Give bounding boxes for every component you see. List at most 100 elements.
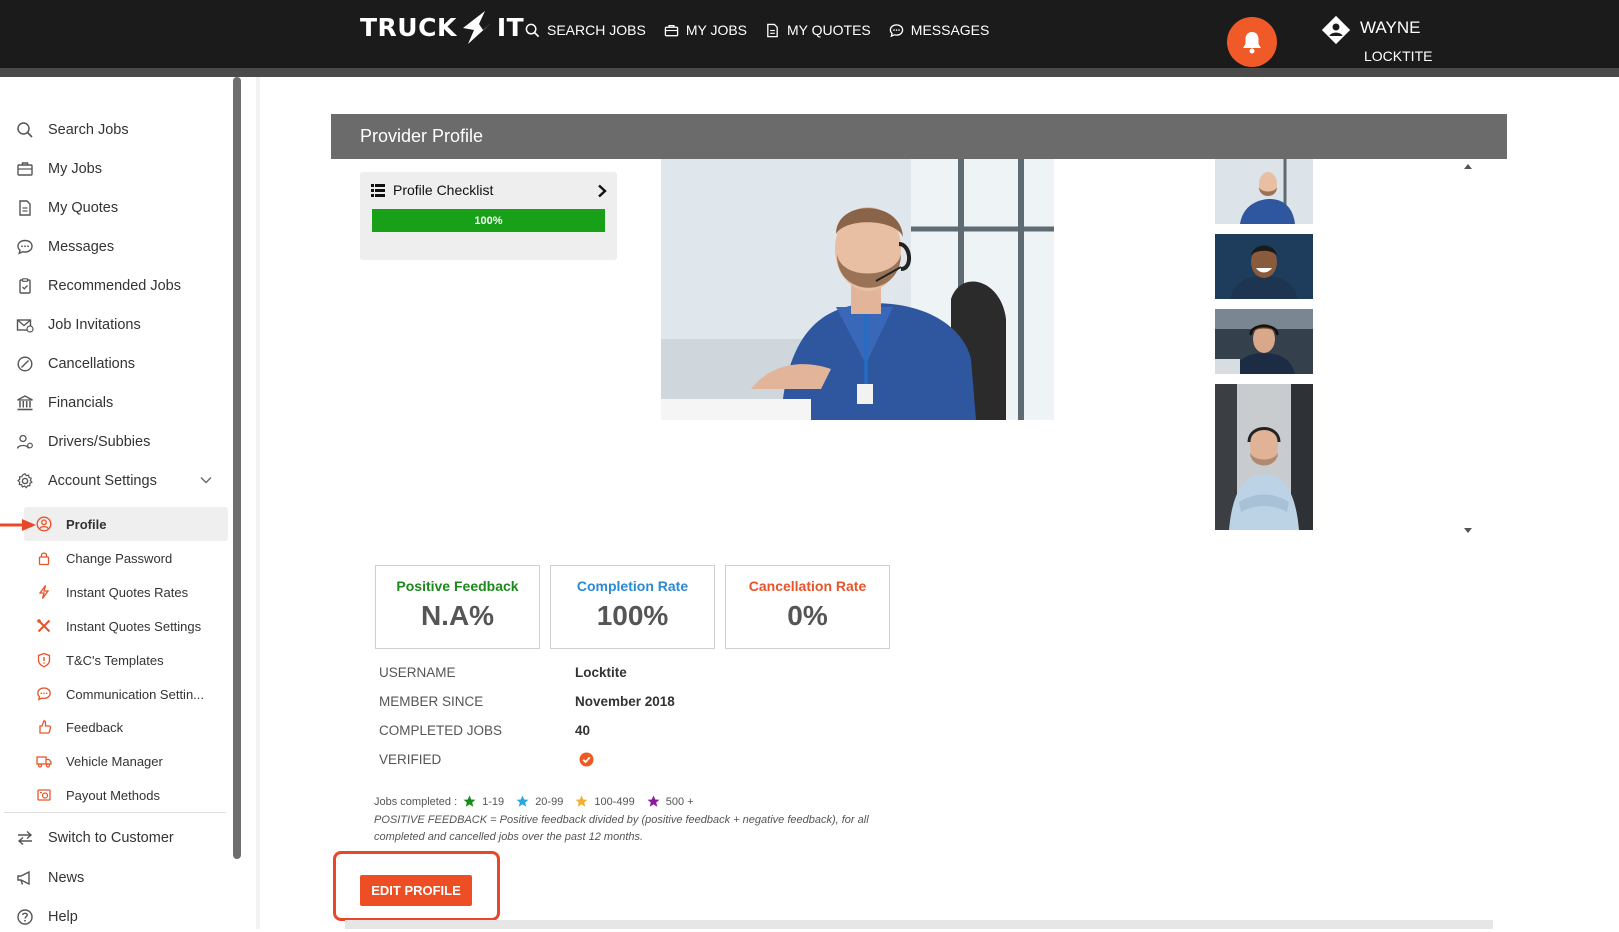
search-icon <box>525 23 540 37</box>
help-icon <box>17 909 33 925</box>
sidebar-item-label: My Jobs <box>48 161 102 177</box>
sidebar-sub-item-label: Change Password <box>66 550 173 566</box>
top-bar-strip <box>0 68 1619 77</box>
sidebar-sub-item-payout-methods[interactable]: Payout Methods <box>36 781 226 809</box>
topnav-search-jobs-label: SEARCH JOBS <box>547 22 646 38</box>
sidebar-sub-item-tc-templates[interactable]: T&C's Templates <box>36 646 226 674</box>
sidebar-item-my-quotes[interactable]: My Quotes <box>16 193 226 223</box>
sidebar-item-search-jobs[interactable]: Search Jobs <box>16 115 226 145</box>
list-icon <box>371 183 385 197</box>
sidebar-item-news[interactable]: News <box>16 863 226 893</box>
sidebar-item-recommended-jobs[interactable]: Recommended Jobs <box>16 271 226 301</box>
lock-icon <box>38 552 50 566</box>
info-value: 40 <box>575 723 591 738</box>
sidebar-item-label: Recommended Jobs <box>48 278 181 294</box>
notifications-button[interactable] <box>1227 17 1277 67</box>
sidebar-item-label: My Quotes <box>48 200 119 216</box>
sidebar-item-my-jobs[interactable]: My Jobs <box>16 154 226 184</box>
sidebar-item-help[interactable]: Help <box>16 902 226 932</box>
sidebar-sub-item-label: Payout Methods <box>66 787 160 803</box>
sidebar-item-label: Help <box>48 909 78 925</box>
document-icon <box>19 200 31 216</box>
gallery-scroll-up-icon[interactable] <box>1463 162 1473 170</box>
user-name: WAYNE <box>1360 18 1421 37</box>
positive-feedback-note: POSITIVE FEEDBACK = Positive feedback di… <box>374 814 869 843</box>
sidebar-sub-item-label: Feedback <box>66 719 124 735</box>
thumbnail-image <box>1215 309 1313 374</box>
thumbnail-image <box>1215 384 1313 530</box>
topnav-search-jobs[interactable]: SEARCH JOBS <box>525 22 646 38</box>
chevron-down-icon[interactable] <box>200 476 212 484</box>
sidebar-item-label: Search Jobs <box>48 122 129 138</box>
briefcase-icon <box>664 24 679 36</box>
sidebar-sub-item-label: Instant Quotes Settings <box>66 618 202 634</box>
tools-icon <box>37 619 51 633</box>
topnav-my-jobs[interactable]: MY JOBS <box>664 22 747 38</box>
chat-icon <box>37 687 51 701</box>
sidebar-separator <box>256 77 260 929</box>
sidebar-item-label: Job Invitations <box>48 317 141 333</box>
sidebar-item-financials[interactable]: Financials <box>16 388 226 418</box>
cancel-icon <box>17 356 33 372</box>
profile-main-photo[interactable] <box>661 159 1054 420</box>
info-key: VERIFIED <box>379 752 442 767</box>
truckit-logo[interactable]: TRUCK IT <box>360 6 524 48</box>
bell-icon <box>1243 32 1261 54</box>
sidebar-item-switch-to-customer[interactable]: Switch to Customer <box>16 823 226 853</box>
profile-photo-illustration <box>661 159 1054 420</box>
stat-completion-rate: Completion Rate 100% <box>550 565 715 649</box>
profile-thumbnail[interactable] <box>1215 234 1313 299</box>
gallery-scroll-down-icon[interactable] <box>1463 527 1473 535</box>
chevron-right-icon[interactable] <box>597 184 607 198</box>
profile-checklist-header[interactable]: Profile Checklist <box>371 182 493 198</box>
logo-text-right: IT <box>496 12 525 42</box>
profile-thumbnail[interactable] <box>1215 309 1313 374</box>
profile-checklist-title: Profile Checklist <box>393 182 494 198</box>
sidebar-item-cancellations[interactable]: Cancellations <box>16 349 226 379</box>
stat-value: N.A% <box>420 600 495 631</box>
sidebar-sub-item-label: T&C's Templates <box>66 652 164 668</box>
sidebar-sub-item-profile[interactable]: Profile <box>36 510 226 538</box>
truck-icon <box>36 756 52 768</box>
edit-profile-button[interactable]: EDIT PROFILE <box>360 875 472 906</box>
sidebar-sub-item-instant-quotes-rates[interactable]: Instant Quotes Rates <box>36 578 226 606</box>
sidebar-item-account-settings[interactable]: Account Settings <box>16 466 226 496</box>
shield-icon <box>37 652 51 668</box>
topnav-messages[interactable]: MESSAGES <box>889 22 990 38</box>
profile-thumbnail[interactable] <box>1215 159 1313 224</box>
briefcase-icon <box>17 162 33 176</box>
bank-icon <box>17 395 33 411</box>
sidebar-sub-item-instant-quotes-settings[interactable]: Instant Quotes Settings <box>36 612 226 640</box>
chat-icon <box>17 239 33 255</box>
sidebar-sub-item-change-password[interactable]: Change Password <box>36 544 226 572</box>
sidebar-item-job-invitations[interactable]: Job Invitations <box>16 310 226 340</box>
stat-value: 0% <box>787 600 828 631</box>
info-key: USERNAME <box>379 665 456 680</box>
info-value: November 2018 <box>575 694 675 709</box>
sidebar-sub-item-label: Profile <box>66 516 107 532</box>
info-row-completed-jobs: COMPLETED JOBS 40 <box>379 723 899 738</box>
sidebar-sub-item-communication-settings[interactable]: Communication Settin... <box>36 680 226 708</box>
chat-icon <box>889 23 904 37</box>
sidebar-item-messages[interactable]: Messages <box>16 232 226 262</box>
profile-thumbnail[interactable] <box>1215 384 1313 530</box>
user-company: LOCKTITE <box>1364 48 1433 64</box>
sidebar-sub-item-label: Instant Quotes Rates <box>66 584 189 600</box>
sidebar-sub-item-vehicle-manager[interactable]: Vehicle Manager <box>36 747 226 775</box>
red-pointer-arrow-icon <box>0 519 36 531</box>
sidebar-item-drivers-subbies[interactable]: Drivers/Subbies <box>16 427 226 457</box>
megaphone-icon <box>17 870 30 886</box>
profile-checklist-card[interactable]: Profile Checklist 100% <box>360 172 617 260</box>
sidebar-sub-item-feedback[interactable]: Feedback <box>36 713 226 741</box>
sidebar-scrollbar[interactable] <box>233 77 241 859</box>
legend-range: 100-499 <box>594 795 635 808</box>
jobs-completed-legend: Jobs completed : 1-19 20-99 100-499 500 … <box>374 795 694 808</box>
clipboard-icon <box>19 278 31 294</box>
stat-label: Positive Feedback <box>396 578 519 594</box>
thumb-icon <box>39 720 52 734</box>
document-icon <box>767 23 778 37</box>
info-row-member-since: MEMBER SINCE November 2018 <box>379 694 899 709</box>
topnav-my-quotes[interactable]: MY QUOTES <box>765 22 871 38</box>
sidebar-item-label: Financials <box>48 395 114 411</box>
topnav-messages-label: MESSAGES <box>910 22 990 38</box>
